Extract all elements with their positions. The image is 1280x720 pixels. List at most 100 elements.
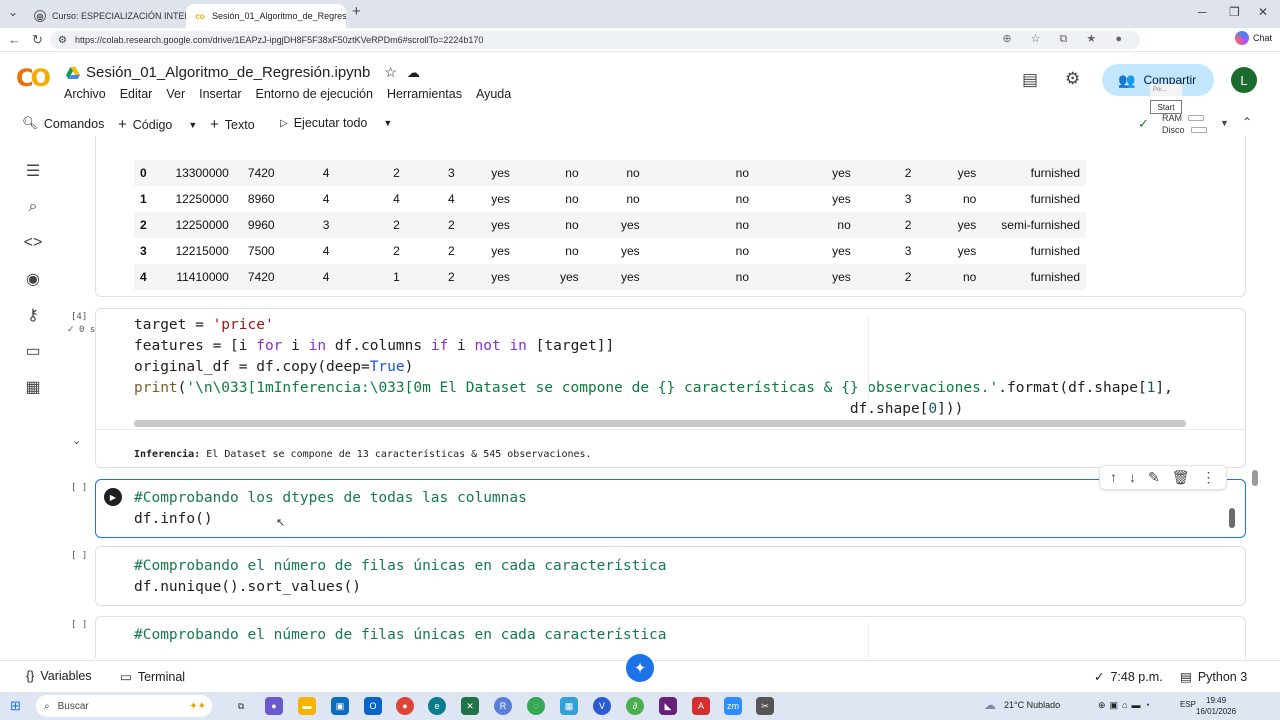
mouse-cursor-icon: ↖ xyxy=(276,517,286,529)
browser-tab-curso[interactable]: ◎ Curso: ESPECIALIZACIÓN INTERN ✕ xyxy=(26,4,186,28)
run-cell-button[interactable]: ▶ xyxy=(104,488,122,506)
code-cell-nunique[interactable]: #Comprobando el número de filas únicas e… xyxy=(95,546,1246,606)
table-cell: 12250000 xyxy=(175,192,229,206)
snipping-tool-icon[interactable]: ✂ xyxy=(756,697,774,715)
folder-icon[interactable]: ▭ xyxy=(22,340,44,362)
horizontal-scrollbar[interactable] xyxy=(134,420,1186,427)
gemini-chat-button[interactable]: Chat xyxy=(1234,31,1272,45)
chevron-down-icon[interactable]: ▼ xyxy=(1220,118,1229,128)
acrobat-icon[interactable]: A xyxy=(692,697,710,715)
collapse-output-icon[interactable]: ⌄ xyxy=(72,434,81,447)
system-tray-icons[interactable]: ⊕▣⌂▬◔ xyxy=(1098,700,1154,711)
app-icon[interactable]: V xyxy=(593,697,611,715)
code-cell-partial[interactable]: #Comprobando el número de filas únicas e… xyxy=(95,616,1246,658)
variables-button[interactable]: {} Variables xyxy=(26,669,92,683)
edit-pencil-icon[interactable]: ✎ xyxy=(1148,469,1160,486)
code-cell-4[interactable]: target = 'price' features = [i for i in … xyxy=(95,308,1246,468)
reload-icon[interactable]: ↻ xyxy=(32,32,43,48)
commands-button[interactable]: 🔍︎ Comandos xyxy=(22,116,104,131)
add-text-button[interactable]: + Texto xyxy=(210,116,255,133)
menu-ayuda[interactable]: Ayuda xyxy=(476,87,511,101)
windows-start-icon[interactable]: ⊞ xyxy=(10,698,21,714)
cloud-saved-icon[interactable]: ☁ xyxy=(407,65,420,81)
code-editor[interactable]: #Comprobando el número de filas únicas e… xyxy=(134,556,667,598)
move-up-icon[interactable]: ↑ xyxy=(1110,469,1117,486)
gemini-sparkle-button[interactable]: ✦ xyxy=(626,654,654,682)
taskbar-clock[interactable]: 19:49 16/01/2026 xyxy=(1196,695,1236,717)
weather-text[interactable]: 21°C Nublado xyxy=(1004,700,1060,710)
new-tab-button[interactable]: + xyxy=(352,3,361,20)
store-icon[interactable]: ▣ xyxy=(331,697,349,715)
last-run-status[interactable]: ✓ 7:48 p.m. xyxy=(1094,669,1163,685)
language-indicator[interactable]: ESP xyxy=(1180,700,1196,709)
chevron-down-icon[interactable]: ▼ xyxy=(383,118,392,128)
more-options-icon[interactable]: ⋮ xyxy=(1202,469,1216,486)
add-code-button[interactable]: + Código ▼ xyxy=(118,116,197,133)
task-view-icon[interactable]: ⧉ xyxy=(232,697,250,715)
move-down-icon[interactable]: ↓ xyxy=(1129,469,1136,486)
secrets-eye-icon[interactable]: ◉ xyxy=(22,268,44,290)
menu-archivo[interactable]: Archivo xyxy=(64,87,106,101)
r-app-icon[interactable]: R xyxy=(494,697,512,715)
find-icon[interactable]: ⌕ xyxy=(22,196,44,218)
exec-count: [ ] xyxy=(71,551,88,561)
taskbar-search[interactable]: ⌕ Buscar ✦✦ xyxy=(36,695,212,717)
comments-icon[interactable]: ▤ xyxy=(1022,70,1038,90)
app-icon[interactable]: ✕ xyxy=(461,697,479,715)
code-editor[interactable]: #Comprobando el número de filas únicas e… xyxy=(134,625,667,646)
visual-studio-icon[interactable]: ◣ xyxy=(659,697,677,715)
runtime-indicator[interactable]: ▤ Python 3 xyxy=(1180,669,1247,685)
copilot-icon[interactable]: ● xyxy=(265,697,283,715)
zoom-icon[interactable]: zm xyxy=(724,697,742,715)
chevron-down-icon[interactable]: ▼ xyxy=(188,120,197,130)
maximize-icon[interactable]: ❐ xyxy=(1229,5,1240,19)
left-sidebar: ☰ ⌕ <> ◉ ⚷ ▭ ▦ xyxy=(0,148,64,658)
menu-insertar[interactable]: Insertar xyxy=(199,87,241,101)
code-snippets-icon[interactable]: <> xyxy=(22,232,44,254)
colab-logo[interactable]: CO xyxy=(16,64,51,92)
vertical-scrollbar[interactable] xyxy=(1229,508,1235,528)
avatar[interactable]: L xyxy=(1231,67,1257,93)
run-all-button[interactable]: ▷ Ejecutar todo ▼ xyxy=(280,116,392,130)
table-of-contents-icon[interactable]: ☰ xyxy=(22,160,44,182)
code-editor[interactable]: target = 'price' features = [i for i in … xyxy=(134,315,1244,420)
start-tooltip[interactable]: Start xyxy=(1150,100,1182,114)
key-icon[interactable]: ⚷ xyxy=(22,304,44,326)
file-explorer-icon[interactable]: ▬ xyxy=(298,697,316,715)
exec-time: 0 s xyxy=(79,325,96,335)
settings-gear-icon[interactable]: ⚙ xyxy=(1065,69,1080,89)
table-cell: 2 xyxy=(393,218,400,232)
table-cell: 3 xyxy=(322,218,330,232)
close-window-icon[interactable]: ✕ xyxy=(1258,5,1268,19)
dataframe-output-cell[interactable]: 0 13300000 7420 4 2 3 yes no no no yes 2 yes furnishe… xyxy=(95,136,1246,297)
chrome-icon[interactable]: ● xyxy=(396,697,414,715)
collapse-header-icon[interactable]: ⌃ xyxy=(1242,115,1252,129)
page-scrollbar[interactable] xyxy=(1252,470,1258,486)
tab-search-icon[interactable]: ⌄ xyxy=(8,5,18,19)
app-icon[interactable]: ▦ xyxy=(560,697,578,715)
url-input[interactable]: ⚙ https://colab.research.google.com/driv… xyxy=(50,31,1140,49)
star-icon[interactable]: ☆ xyxy=(384,64,397,81)
edge-icon[interactable]: e xyxy=(428,697,446,715)
menu-ver[interactable]: Ver xyxy=(166,87,185,101)
browser-tab-colab[interactable]: co Sesión_01_Algoritmo_de_Regresió ✕ xyxy=(186,4,346,28)
menu-entorno[interactable]: Entorno de ejecución xyxy=(256,87,373,101)
table-cell: 2 xyxy=(904,270,912,284)
minimize-icon[interactable]: ─ xyxy=(1198,5,1207,19)
site-info-icon[interactable]: ⚙ xyxy=(58,35,67,46)
menu-editar[interactable]: Editar xyxy=(120,87,153,101)
resources-indicator[interactable]: RAM Disco xyxy=(1162,112,1207,136)
delete-icon[interactable]: 🗑︎ xyxy=(1172,469,1190,486)
menu-herramientas[interactable]: Herramientas xyxy=(387,87,462,101)
code-cell-dtypes[interactable]: ▶ #Comprobando los dtypes de todas las c… xyxy=(95,479,1246,538)
outlook-icon[interactable]: O xyxy=(364,697,382,715)
app-icon[interactable]: ◌ xyxy=(527,697,545,715)
terminal-button[interactable]: ▭ Terminal xyxy=(120,669,185,685)
omnibox-actions-icons[interactable]: ⊕ ☆ ⧉ ★ ● xyxy=(1002,32,1130,46)
app-icon[interactable]: ∂ xyxy=(626,697,644,715)
back-icon[interactable]: ← xyxy=(8,32,21,47)
data-table-icon[interactable]: ▦ xyxy=(22,376,44,398)
notebook-title[interactable]: Sesión_01_Algoritmo_de_Regresión.ipynb xyxy=(86,64,370,81)
table-cell: 2 xyxy=(904,166,912,180)
code-editor[interactable]: #Comprobando los dtypes de todas las col… xyxy=(134,488,527,530)
